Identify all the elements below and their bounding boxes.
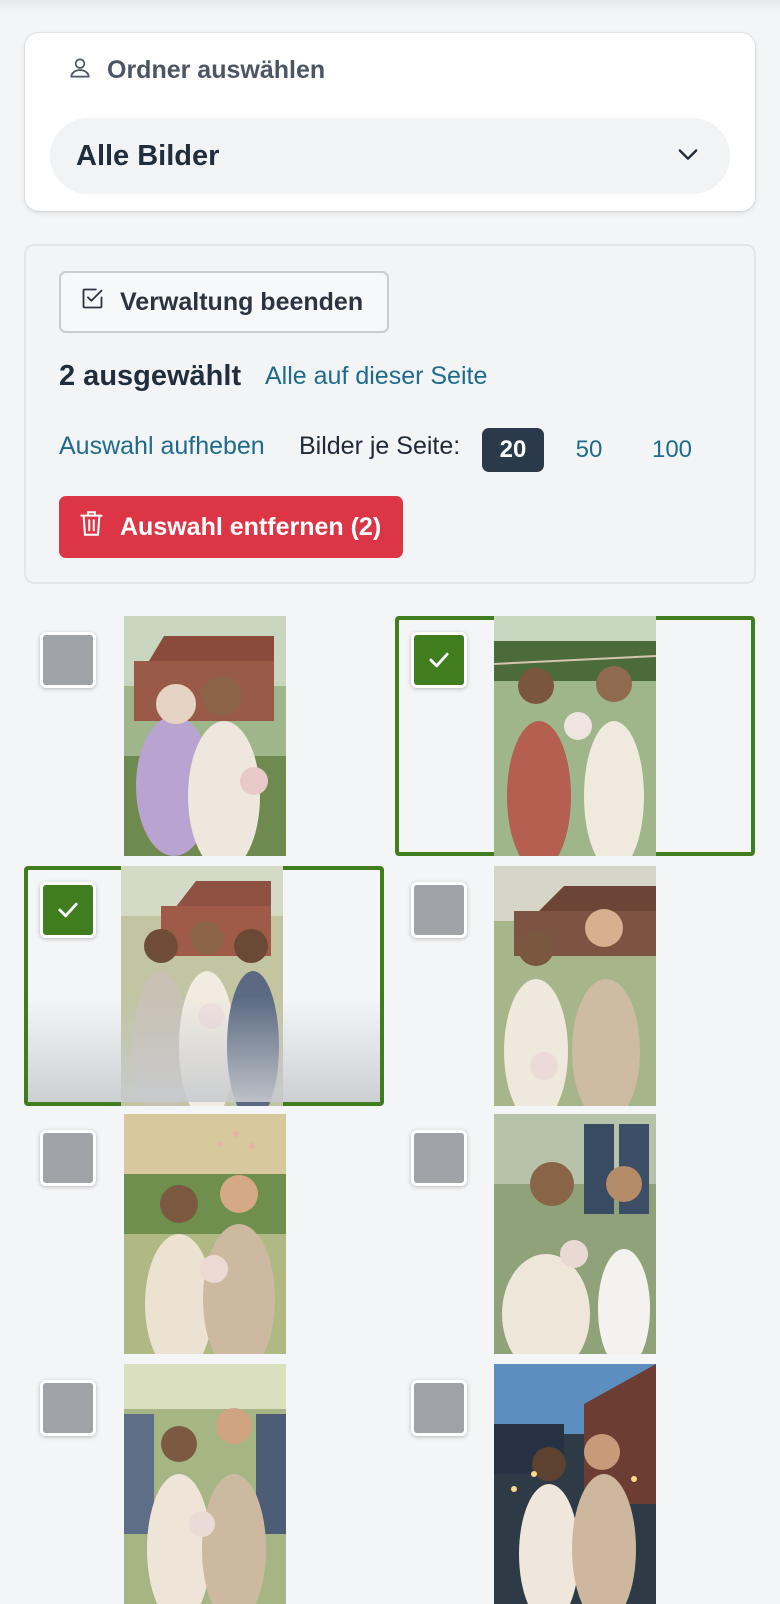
remove-selection-label: Auswahl entfernen (2)	[120, 512, 382, 541]
selected-count: 2 ausgewählt	[59, 360, 242, 392]
chevron-down-icon	[674, 140, 702, 173]
gallery-item	[395, 1364, 755, 1604]
select-checkbox-checked[interactable]	[40, 882, 96, 938]
gallery-item	[24, 1364, 384, 1604]
per-page-option-100[interactable]: 100	[638, 428, 706, 472]
end-manage-label: Verwaltung beenden	[120, 287, 364, 316]
photo-thumbnail[interactable]	[121, 866, 283, 1106]
per-page-option-20[interactable]: 20	[482, 428, 544, 472]
end-manage-button[interactable]: Verwaltung beenden	[59, 271, 389, 333]
trash-icon	[79, 510, 104, 544]
gallery-item-selected	[24, 866, 384, 1106]
photo-thumbnail[interactable]	[124, 1114, 286, 1354]
gallery-item-selected	[395, 616, 755, 856]
folder-select[interactable]: Alle Bilder	[50, 118, 730, 194]
photo-thumbnail[interactable]	[494, 616, 656, 856]
gallery-item	[24, 1114, 384, 1354]
select-checkbox[interactable]	[40, 1380, 96, 1436]
photo-thumbnail[interactable]	[494, 866, 656, 1106]
top-shadow	[0, 0, 780, 14]
user-icon	[67, 55, 93, 86]
photo-thumbnail[interactable]	[494, 1114, 656, 1354]
photo-thumbnail[interactable]	[124, 1364, 286, 1604]
select-all-on-page-link[interactable]: Alle auf dieser Seite	[265, 362, 487, 391]
select-checkbox[interactable]	[40, 632, 96, 688]
gallery-item	[395, 866, 755, 1106]
check-icon	[58, 902, 78, 918]
folder-label: Ordner auswählen	[107, 55, 326, 84]
folder-label-row: Ordner auswählen	[67, 53, 325, 87]
per-page-label: Bilder je Seite:	[299, 432, 461, 460]
gallery-item	[24, 616, 384, 856]
per-page-option-50[interactable]: 50	[558, 428, 620, 472]
folder-card: Ordner auswählen Alle Bilder	[25, 33, 755, 211]
select-checkbox[interactable]	[411, 1380, 467, 1436]
select-checkbox[interactable]	[411, 1130, 467, 1186]
select-checkbox-checked[interactable]	[411, 632, 467, 688]
select-checkbox[interactable]	[411, 882, 467, 938]
remove-selection-button[interactable]: Auswahl entfernen (2)	[59, 496, 403, 558]
photo-thumbnail[interactable]	[124, 616, 286, 856]
folder-select-value: Alle Bilder	[76, 139, 220, 172]
manage-panel: Verwaltung beenden 2 ausgewählt Alle auf…	[24, 244, 756, 584]
select-checkbox[interactable]	[40, 1130, 96, 1186]
check-icon	[429, 652, 449, 668]
photo-thumbnail[interactable]	[494, 1364, 656, 1604]
gallery-item	[395, 1114, 755, 1354]
checkbox-square-icon	[79, 285, 106, 319]
clear-selection-link[interactable]: Auswahl aufheben	[59, 432, 265, 461]
